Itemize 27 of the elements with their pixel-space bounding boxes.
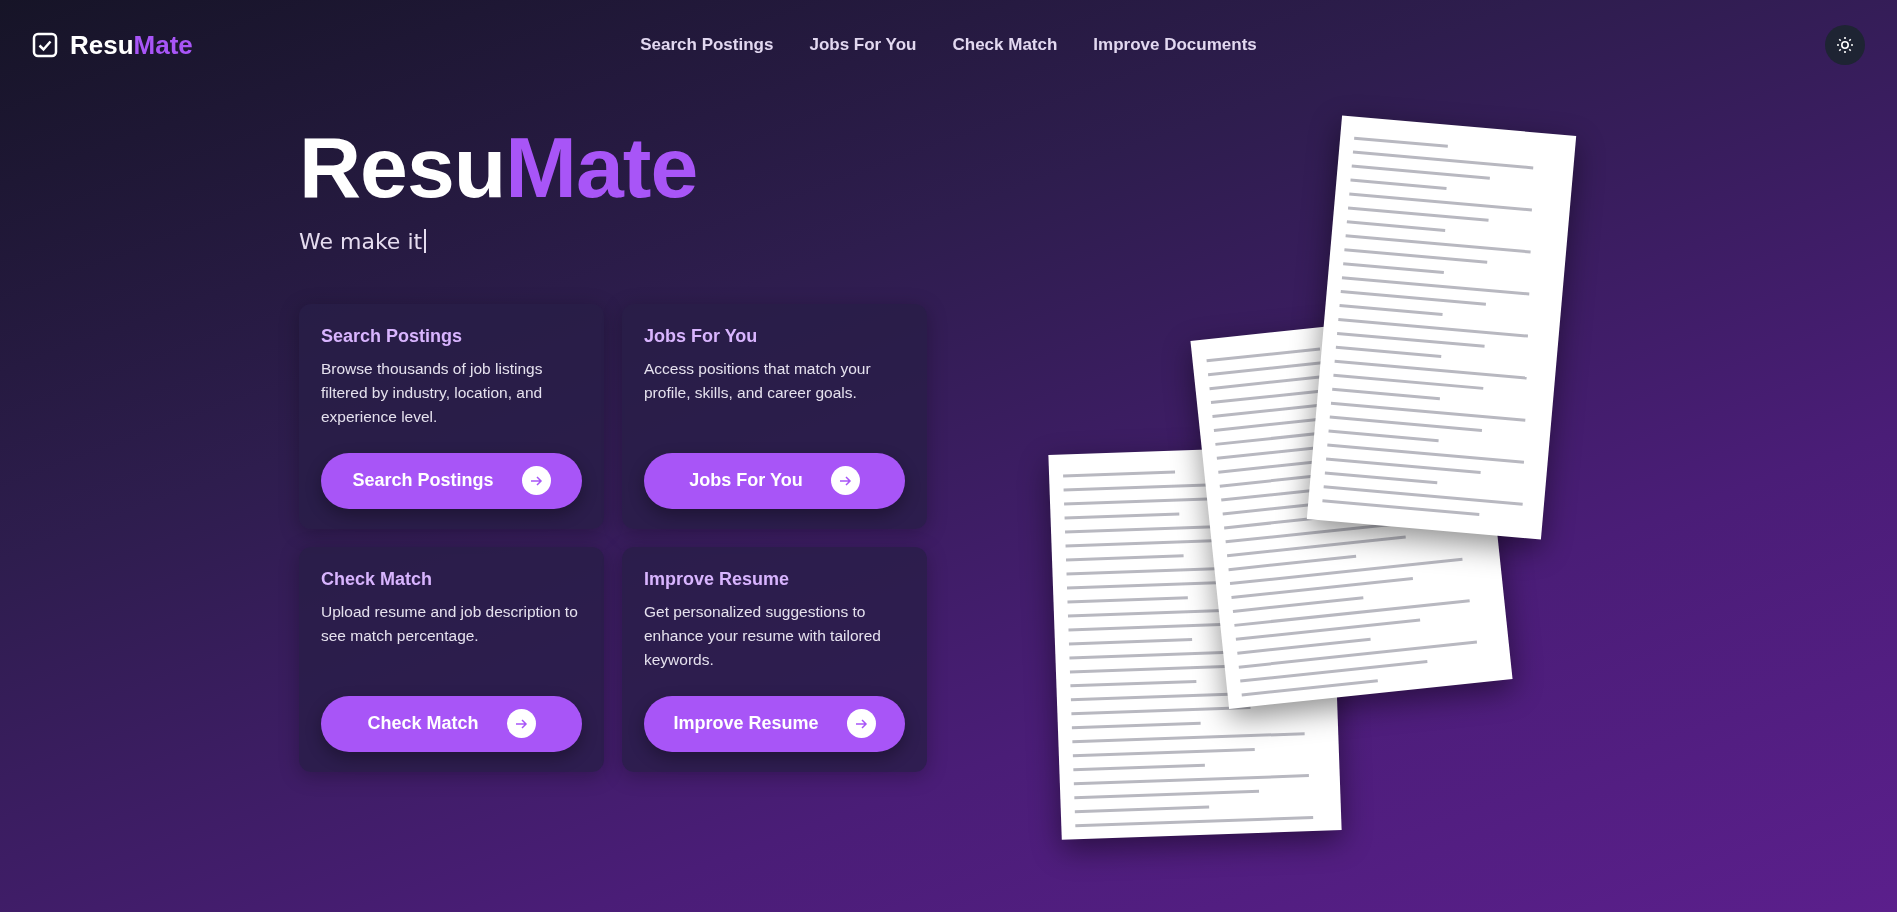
nav-link[interactable]: Check Match bbox=[952, 35, 1058, 55]
nav-link[interactable]: Improve Documents bbox=[1093, 35, 1257, 55]
hero-title: ResuMate bbox=[299, 120, 699, 215]
card-button[interactable]: Jobs For You bbox=[644, 452, 905, 509]
arrow-right-icon bbox=[514, 716, 528, 731]
card-title: Jobs For You bbox=[644, 325, 759, 347]
nav-link[interactable]: Search Postings bbox=[640, 35, 774, 55]
arrow-right-icon bbox=[854, 716, 869, 731]
checkbox-icon bbox=[32, 32, 58, 58]
arrow-right-icon bbox=[838, 473, 853, 488]
card-title: Search Postings bbox=[321, 325, 464, 347]
text-cursor bbox=[424, 229, 427, 254]
tagline: We make it bbox=[299, 228, 423, 254]
card-description: Access positions that match your profile, skills, and career goals. bbox=[644, 358, 872, 403]
nav-link[interactable]: Jobs For You bbox=[809, 35, 917, 55]
card-description: Get personalized suggestions to enhance your resume with tailored keywords. bbox=[644, 601, 882, 670]
card-title: Improve Resume bbox=[644, 568, 791, 590]
arrow-right-icon bbox=[529, 473, 543, 488]
card-description: Browse thousands of job listings filtered by industry, location, and experience level. bbox=[321, 358, 544, 427]
card-button[interactable]: Search Postings bbox=[321, 452, 582, 509]
card-button[interactable]: Check Match bbox=[321, 695, 582, 752]
card-button[interactable]: Improve Resume bbox=[644, 695, 905, 752]
card-title: Check Match bbox=[321, 568, 434, 590]
logo-text[interactable]: ResuMate bbox=[70, 29, 193, 61]
theme-toggle-button[interactable] bbox=[1825, 25, 1865, 65]
sun-icon bbox=[1836, 36, 1854, 54]
card-description: Upload resume and job description to see match percentage. bbox=[321, 601, 579, 646]
